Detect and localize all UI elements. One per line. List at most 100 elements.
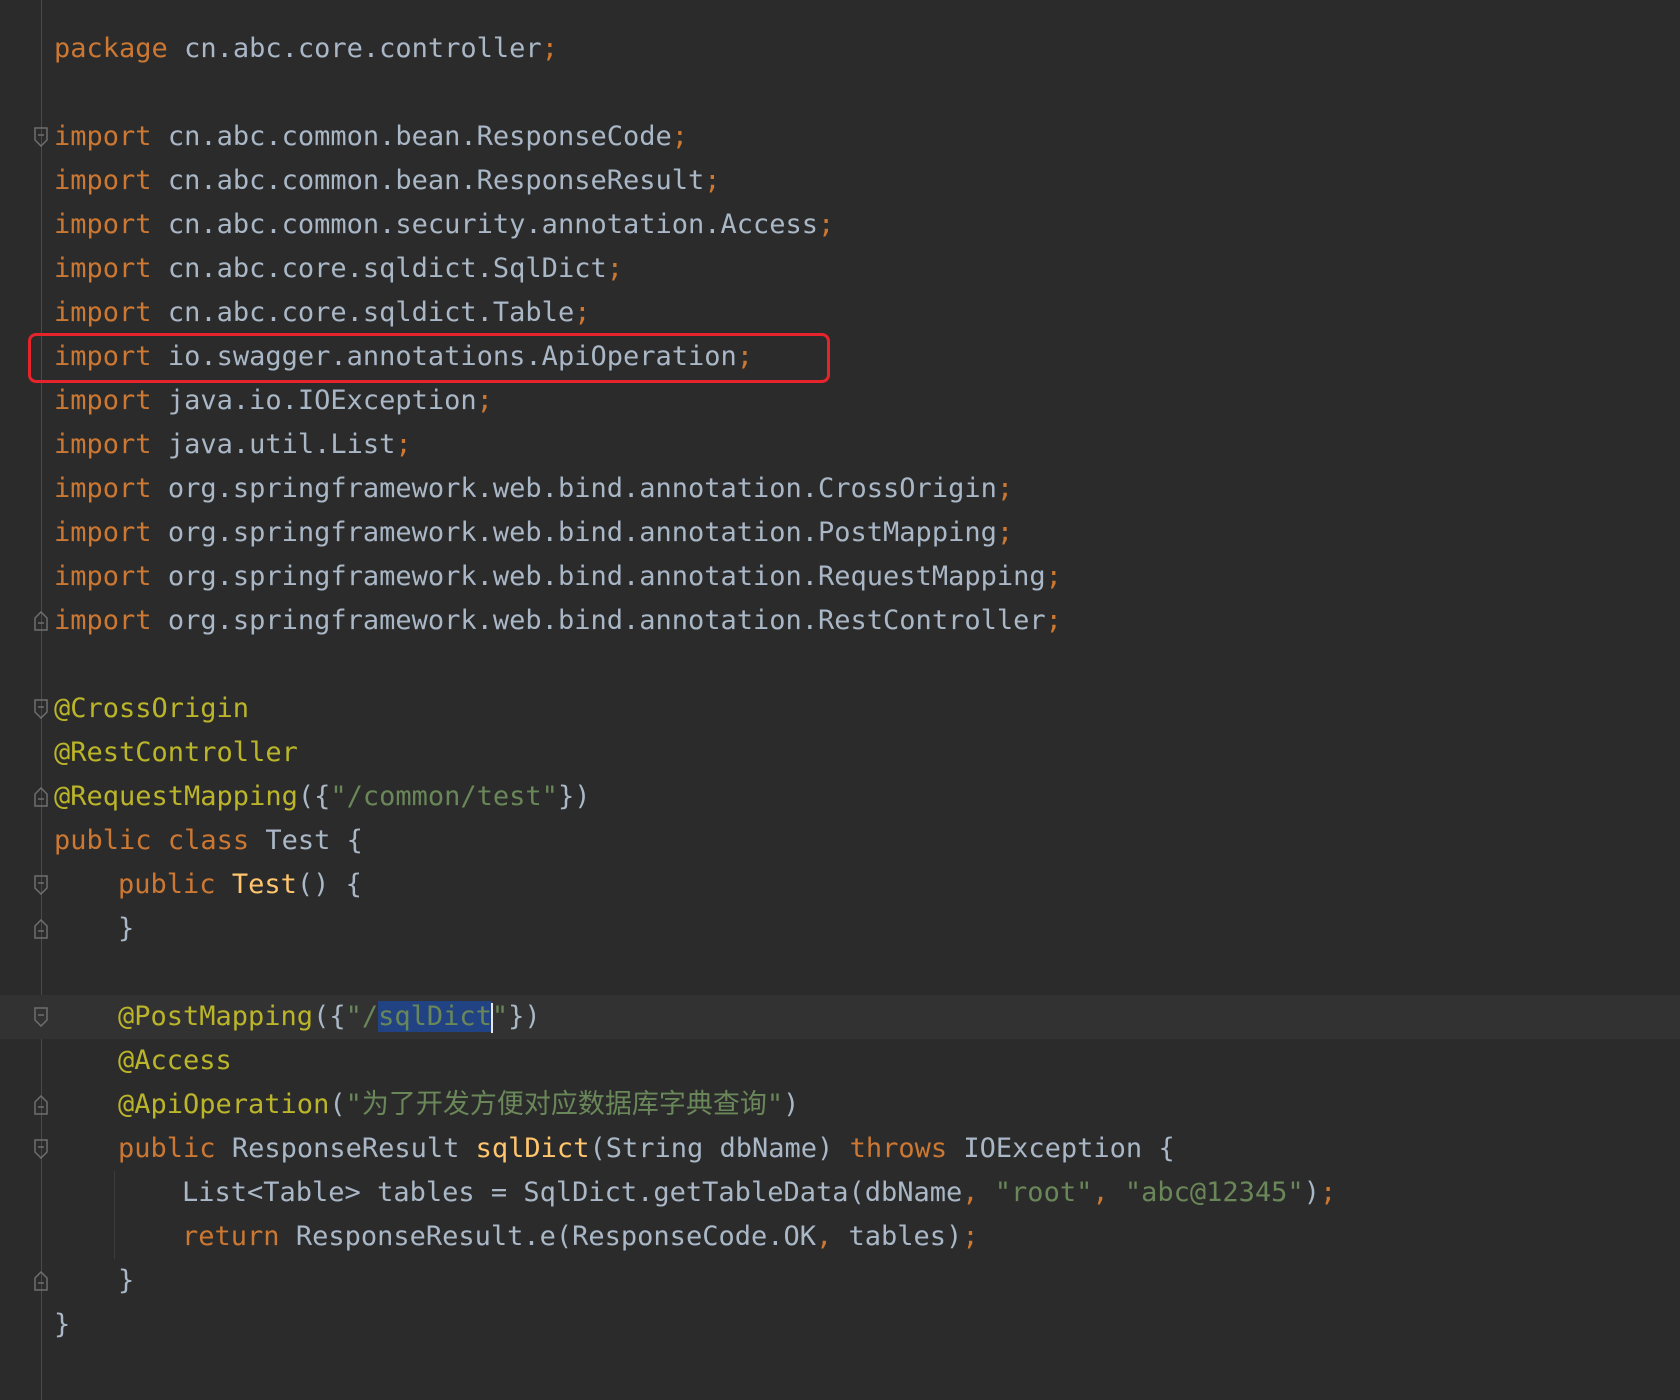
argument-user: "root" xyxy=(994,1177,1093,1208)
return-expression-tail: tables) xyxy=(848,1221,963,1252)
keyword-public: public xyxy=(54,825,152,856)
paren-close: ) xyxy=(1303,1177,1320,1208)
method-name: sqlDict xyxy=(475,1133,590,1164)
code-line-import: import cn.abc.core.sqldict.SqlDict; xyxy=(0,247,1680,291)
code-line-post-mapping-current[interactable]: @PostMapping({"/sqlDict"}) xyxy=(0,995,1680,1039)
fold-end-icon[interactable] xyxy=(33,611,49,631)
code-line-annotation: @RequestMapping({"/common/test"}) xyxy=(0,775,1680,819)
keyword-import: import xyxy=(54,517,152,548)
code-line-constructor: public Test() { xyxy=(0,863,1680,907)
keyword-import: import xyxy=(54,385,152,416)
parens: () xyxy=(296,869,330,900)
code-line-import: import cn.abc.common.bean.ResponseResult… xyxy=(0,159,1680,203)
code-line-annotation: @Access xyxy=(0,1039,1680,1083)
semicolon: ; xyxy=(1045,561,1062,592)
import-path: org.springframework.web.bind.annotation.… xyxy=(167,473,997,504)
annotation-args-close: }) xyxy=(557,781,591,812)
api-operation-description: "为了开发方便对应数据库字典查询" xyxy=(345,1089,784,1120)
code-line-return: return ResponseResult.e(ResponseCode.OK,… xyxy=(0,1215,1680,1259)
keyword-import: import xyxy=(54,297,152,328)
keyword-import: import xyxy=(54,209,152,240)
annotation-api-operation: @ApiOperation xyxy=(118,1089,330,1120)
fold-end-icon[interactable] xyxy=(33,1095,49,1115)
keyword-import: import xyxy=(54,121,152,152)
fold-start-icon[interactable] xyxy=(33,699,49,719)
code-line-close-brace: } xyxy=(0,1259,1680,1303)
fold-start-icon[interactable] xyxy=(33,875,49,895)
semicolon: ; xyxy=(996,473,1014,504)
import-path: org.springframework.web.bind.annotation.… xyxy=(167,605,1046,636)
open-brace: { xyxy=(345,869,362,900)
annotation-args-open: ({ xyxy=(313,1001,346,1032)
code-area[interactable]: package cn.abc.core.controller; import c… xyxy=(0,0,1680,1400)
code-line-method-declaration: public ResponseResult sqlDict(String dbN… xyxy=(0,1127,1680,1171)
selected-text[interactable]: sqlDict xyxy=(378,1001,492,1032)
code-line-package: package cn.abc.core.controller; xyxy=(0,27,1680,71)
keyword-import: import xyxy=(54,165,152,196)
keyword-import: import xyxy=(54,473,152,504)
semicolon: ; xyxy=(606,253,623,284)
list-declaration: List<Table> tables = SqlDict.getTableDat… xyxy=(182,1177,963,1208)
paren-close: ) xyxy=(783,1089,800,1120)
return-expression: ResponseResult.e(ResponseCode.OK xyxy=(295,1221,816,1252)
import-path: org.springframework.web.bind.annotation.… xyxy=(167,561,1046,592)
annotation-access: @Access xyxy=(118,1045,232,1076)
comma: , xyxy=(1092,1177,1109,1208)
semicolon: ; xyxy=(476,385,493,416)
string-suffix: " xyxy=(491,1001,509,1032)
import-path: java.io.IOException xyxy=(167,385,477,416)
semicolon: ; xyxy=(395,429,412,460)
import-path: org.springframework.web.bind.annotation.… xyxy=(167,517,997,548)
fold-end-icon[interactable] xyxy=(33,1271,49,1291)
code-line-annotation: @RestController xyxy=(0,731,1680,775)
code-line-close-brace: } xyxy=(0,907,1680,951)
code-line-import: import org.springframework.web.bind.anno… xyxy=(0,511,1680,555)
fold-start-icon[interactable] xyxy=(33,127,49,147)
paren-open: ( xyxy=(329,1089,346,1120)
code-line-class-declaration: public class Test { xyxy=(0,819,1680,863)
fold-start-icon[interactable] xyxy=(33,1007,49,1027)
code-editor[interactable]: package cn.abc.core.controller; import c… xyxy=(0,0,1680,1400)
keyword-class: class xyxy=(167,825,250,856)
open-brace: { xyxy=(1158,1133,1175,1164)
import-path: cn.abc.core.sqldict.SqlDict xyxy=(167,253,607,284)
keyword-import: import xyxy=(54,605,152,636)
semicolon: ; xyxy=(671,121,688,152)
code-line-import: import java.util.List; xyxy=(0,423,1680,467)
code-line-import: import org.springframework.web.bind.anno… xyxy=(0,555,1680,599)
annotation-post-mapping: @PostMapping xyxy=(118,1001,314,1032)
close-brace: } xyxy=(118,913,135,944)
comma: , xyxy=(815,1221,833,1252)
keyword-package: package xyxy=(54,33,168,64)
semicolon: ; xyxy=(1045,605,1062,636)
semicolon: ; xyxy=(1319,1177,1337,1208)
method-params: (String dbName) xyxy=(589,1133,834,1164)
code-line-annotation: @CrossOrigin xyxy=(0,687,1680,731)
code-line-import: import org.springframework.web.bind.anno… xyxy=(0,467,1680,511)
close-brace: } xyxy=(54,1309,71,1340)
semicolon: ; xyxy=(996,517,1014,548)
code-line-statement: List<Table> tables = SqlDict.getTableDat… xyxy=(0,1171,1680,1215)
argument-password: "abc@12345" xyxy=(1124,1177,1304,1208)
comma: , xyxy=(962,1177,979,1208)
indent-guide xyxy=(114,1171,115,1259)
fold-start-icon[interactable] xyxy=(33,1139,49,1159)
keyword-public: public xyxy=(118,1133,216,1164)
class-name: Test xyxy=(265,825,331,856)
request-mapping-path: "/common/test" xyxy=(330,781,558,812)
return-type: ResponseResult xyxy=(231,1133,460,1164)
semicolon: ; xyxy=(574,297,591,328)
keyword-import: import xyxy=(54,429,152,460)
code-line-import: import cn.abc.core.sqldict.Table; xyxy=(0,291,1680,335)
close-brace: } xyxy=(118,1265,135,1296)
import-path: cn.abc.common.bean.ResponseCode xyxy=(167,121,672,152)
fold-end-icon[interactable] xyxy=(33,787,49,807)
exception-type: IOException xyxy=(963,1133,1143,1164)
open-brace: { xyxy=(346,825,363,856)
annotation-request-mapping: @RequestMapping xyxy=(54,781,298,812)
annotation-args-open: ({ xyxy=(297,781,331,812)
code-line-annotation: @ApiOperation("为了开发方便对应数据库字典查询") xyxy=(0,1083,1680,1127)
semicolon: ; xyxy=(541,33,558,64)
fold-end-icon[interactable] xyxy=(33,919,49,939)
import-path: java.util.List xyxy=(167,429,396,460)
